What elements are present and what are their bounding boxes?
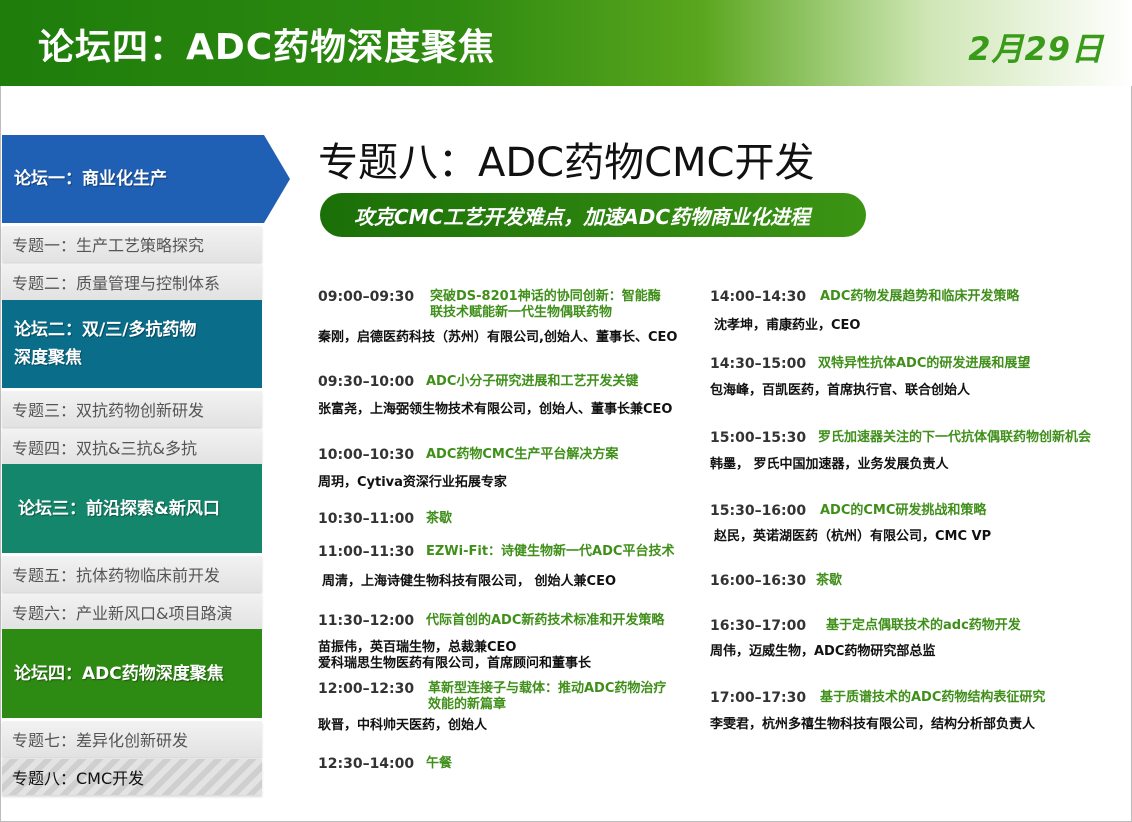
slot-time: 15:00–15:30	[710, 430, 807, 446]
talk-title: ADC药物CMC生产平台解决方案	[426, 447, 619, 462]
sidebar-forum-2-line1: 论坛二：双/三/多抗药物	[14, 320, 197, 340]
talk-title-line1: 革新型连接子与载体：推动ADC药物治疗	[428, 681, 667, 696]
slot-time: 12:30–14:00	[318, 756, 415, 772]
talk-title-line2: 效能的新篇章	[428, 697, 507, 712]
slot-time: 09:30–10:00	[318, 374, 415, 390]
speaker: 张富尧，上海弼领生物技术有限公司，创始人、董事长兼CEO	[318, 402, 673, 417]
speaker: 赵民，英诺湖医药（杭州）有限公司，CMC VP	[714, 529, 992, 544]
sidebar-forum-2[interactable]: 论坛二：双/三/多抗药物 深度聚焦	[2, 300, 262, 388]
subtitle-pill: 攻克CMC工艺开发难点，加速ADC药物商业化进程	[320, 193, 866, 237]
sidebar-topic-7[interactable]: 专题七：差异化创新研发	[2, 721, 262, 757]
talk-title: 代际首创的ADC新药技术标准和开发策略	[426, 613, 665, 628]
break-label: 茶歇	[816, 573, 843, 588]
talk-title: 双特异性抗体ADC的研发进展和展望	[818, 356, 1031, 371]
speaker: 秦刚，启德医药科技（苏州）有限公司,创始人、董事长、CEO	[318, 330, 678, 345]
header-date: 2月29日	[968, 30, 1104, 68]
header-title: 论坛四：ADC药物深度聚焦	[38, 27, 496, 68]
talk-title-line1: 突破DS-8201神话的协同创新：智能酶	[430, 289, 661, 304]
slot-time: 16:30–17:00	[710, 618, 807, 634]
sidebar-forum-2-line2: 深度聚焦	[14, 348, 82, 368]
sidebar-forum-1[interactable]: 论坛一：商业化生产	[2, 135, 262, 223]
sidebar-forum-3[interactable]: 论坛三：前沿探索&新风口	[2, 464, 262, 553]
talk-title: ADC的CMC研发挑战和策略	[820, 503, 987, 518]
talk-title: 革新型连接子与载体：推动ADC药物治疗 效能的新篇章	[428, 681, 666, 713]
slot-time: 14:00–14:30	[710, 289, 807, 305]
slot-time: 11:30–12:00	[318, 613, 415, 629]
sidebar-topic-6[interactable]: 专题六：产业新风口&项目路演	[2, 594, 262, 630]
speaker: 沈孝坤，甫康药业，CEO	[714, 318, 861, 333]
slot-time: 14:30–15:00	[710, 356, 807, 372]
talk-title: 突破DS-8201神话的协同创新：智能酶 联技术赋能新一代生物偶联药物	[430, 289, 661, 321]
sidebar-topic-3[interactable]: 专题三：双抗药物创新研发	[2, 391, 262, 427]
slot-time: 10:00–10:30	[318, 447, 415, 463]
talk-title-line2: 联技术赋能新一代生物偶联药物	[430, 305, 613, 320]
speaker: 李雯君，杭州多禧生物科技有限公司，结构分析部负责人	[710, 717, 1036, 732]
slot-time: 12:00–12:30	[318, 681, 415, 697]
sidebar-forum-4[interactable]: 论坛四：ADC药物深度聚焦	[2, 629, 262, 718]
sidebar-topic-5[interactable]: 专题五：抗体药物临床前开发	[2, 556, 262, 592]
speaker: 耿晋，中科帅天医药，创始人	[318, 718, 488, 733]
talk-title: ADC小分子研究进展和工艺开发关键	[426, 374, 639, 389]
sidebar-topic-8-active[interactable]: 专题八：CMC开发	[2, 759, 262, 795]
lunch-label: 午餐	[426, 756, 453, 771]
talk-title: 基于质谱技术的ADC药物结构表征研究	[820, 690, 1046, 705]
speaker-line2: 爱科瑞思生物医药有限公司，首席顾问和董事长	[318, 656, 592, 671]
talk-title: 罗氏加速器关注的下一代抗体偶联药物创新机会	[818, 430, 1092, 445]
slot-time: 10:30–11:00	[318, 511, 415, 527]
slot-time: 15:30–16:00	[710, 503, 807, 519]
header-banner: 论坛四：ADC药物深度聚焦 2月29日	[0, 0, 1132, 86]
speaker: 周伟，迈威生物，ADC药物研究部总监	[710, 644, 936, 659]
talk-title: EZWi-Fit：诗健生物新一代ADC平台技术	[426, 544, 675, 559]
speaker-line1: 苗振伟，英百瑞生物，总裁兼CEO	[318, 640, 517, 655]
slot-time: 11:00–11:30	[318, 544, 415, 560]
sidebar-topic-4[interactable]: 专题四：双抗&三抗&多抗	[2, 429, 262, 465]
speaker: 韩墨， 罗氏中国加速器，业务发展负责人	[710, 457, 949, 472]
talk-title: ADC药物发展趋势和临床开发策略	[820, 289, 1020, 304]
sidebar-topic-1[interactable]: 专题一：生产工艺策略探究	[2, 226, 262, 262]
speaker: 苗振伟，英百瑞生物，总裁兼CEO 爱科瑞思生物医药有限公司，首席顾问和董事长	[318, 640, 591, 672]
speaker: 周玥，Cytiva资深行业拓展专家	[318, 475, 507, 490]
slot-time: 16:00–16:30	[710, 573, 807, 589]
speaker: 周清，上海诗健生物科技有限公司， 创始人兼CEO	[322, 574, 616, 589]
slot-time: 17:00–17:30	[710, 690, 807, 706]
sidebar-topic-2[interactable]: 专题二：质量管理与控制体系	[2, 264, 262, 300]
page-title: 专题八：ADC药物CMC开发	[318, 140, 815, 186]
talk-title: 基于定点偶联技术的adc药物开发	[826, 618, 1021, 633]
slot-time: 09:00–09:30	[318, 289, 415, 305]
break-label: 茶歇	[426, 511, 453, 526]
speaker: 包海峰，百凯医药，首席执行官、联合创始人	[710, 383, 971, 398]
